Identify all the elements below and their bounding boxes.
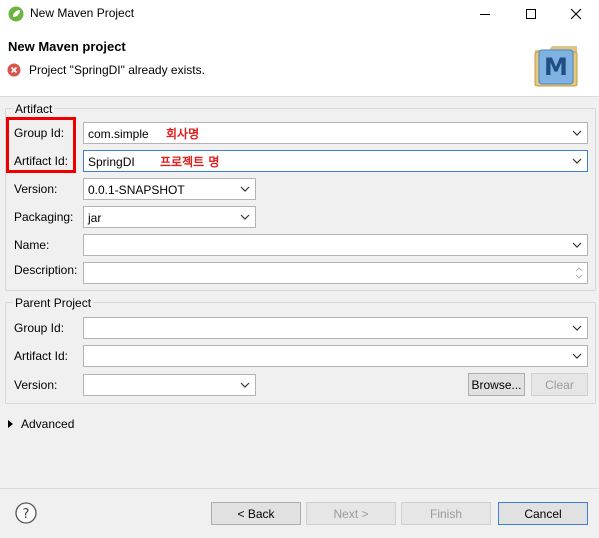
maven-m-icon: M <box>534 46 578 87</box>
minimize-button[interactable] <box>462 0 508 28</box>
chevron-down-icon <box>240 186 250 192</box>
version-value: 0.0.1-SNAPSHOT <box>88 183 185 197</box>
chevron-down-icon <box>572 130 582 136</box>
parent-project-legend: Parent Project <box>13 296 94 310</box>
parent-group-id-label: Group Id: <box>14 321 65 335</box>
description-textarea[interactable] <box>83 262 588 284</box>
name-label: Name: <box>14 238 50 252</box>
parent-version-label: Version: <box>14 378 58 392</box>
advanced-label: Advanced <box>21 417 75 431</box>
parent-artifact-id-label: Artifact Id: <box>14 349 69 363</box>
chevron-down-icon <box>572 325 582 331</box>
svg-text:?: ? <box>23 507 30 522</box>
description-label: Description: <box>14 263 78 277</box>
finish-button[interactable]: Finish <box>401 502 491 525</box>
close-icon <box>570 8 582 20</box>
help-icon[interactable]: ? <box>15 502 37 524</box>
window-title: New Maven Project <box>30 6 135 20</box>
cancel-button[interactable]: Cancel <box>498 502 588 525</box>
browse-button[interactable]: Browse... <box>468 373 525 396</box>
version-label: Version: <box>14 182 58 196</box>
spinner-arrows-icon[interactable] <box>574 265 584 281</box>
maximize-button[interactable] <box>508 0 554 28</box>
chevron-down-icon <box>240 382 250 388</box>
chevron-down-icon <box>572 353 582 359</box>
artifact-id-combo[interactable]: SpringDI <box>83 150 588 172</box>
page-title: New Maven project <box>8 39 126 54</box>
back-button[interactable]: < Back <box>211 502 301 525</box>
artifact-legend: Artifact <box>13 102 55 116</box>
minimize-icon <box>480 14 490 15</box>
version-combo[interactable]: 0.0.1-SNAPSHOT <box>83 178 256 200</box>
chevron-down-icon <box>240 214 250 220</box>
footer-divider <box>0 488 599 489</box>
artifact-id-annotation: 프로젝트 명 <box>160 155 220 169</box>
advanced-toggle[interactable]: Advanced <box>7 417 74 431</box>
clear-button[interactable]: Clear <box>531 373 588 396</box>
group-id-annotation: 회사명 <box>166 127 200 141</box>
group-id-combo[interactable]: com.simple <box>83 122 588 144</box>
close-button[interactable] <box>553 0 599 28</box>
parent-group-id-combo[interactable] <box>83 317 588 339</box>
svg-text:M: M <box>544 53 568 81</box>
highlight-box <box>6 117 76 173</box>
parent-version-combo[interactable] <box>83 374 256 396</box>
next-button[interactable]: Next > <box>306 502 396 525</box>
packaging-value: jar <box>88 211 102 225</box>
chevron-down-icon <box>572 158 582 164</box>
parent-artifact-id-combo[interactable] <box>83 345 588 367</box>
chevron-down-icon <box>572 242 582 248</box>
artifact-id-value: SpringDI <box>88 155 135 169</box>
packaging-combo[interactable]: jar <box>83 206 256 228</box>
error-message: Project "SpringDI" already exists. <box>29 63 205 77</box>
wizard-header-content: New Maven project Project "SpringDI" alr… <box>0 28 599 96</box>
triangle-right-icon <box>8 420 13 428</box>
packaging-label: Packaging: <box>14 210 74 224</box>
name-combo[interactable] <box>83 234 588 256</box>
maximize-icon <box>526 9 536 19</box>
error-icon <box>7 63 21 77</box>
group-id-value: com.simple <box>88 127 149 141</box>
spring-leaf-icon <box>8 6 24 22</box>
